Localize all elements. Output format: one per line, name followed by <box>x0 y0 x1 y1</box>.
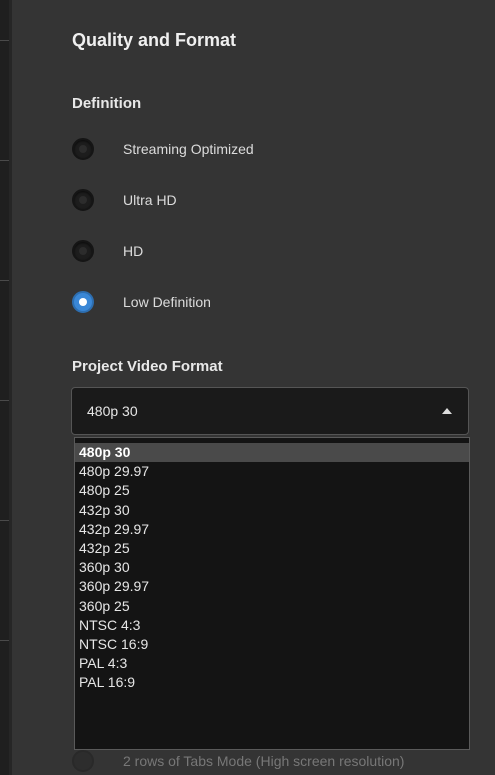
video-format-label: Project Video Format <box>72 358 223 375</box>
definition-label: Definition <box>72 95 142 112</box>
panel-gutter <box>9 0 12 775</box>
dropdown-option[interactable]: 360p 30 <box>75 558 469 577</box>
select-current-value: 480p 30 <box>87 403 138 419</box>
radio-button-icon[interactable] <box>72 240 94 262</box>
tabs-mode-label: 2 rows of Tabs Mode (High screen resolut… <box>123 753 405 769</box>
dropdown-option[interactable]: 360p 25 <box>75 597 469 616</box>
caret-up-icon <box>442 408 452 414</box>
dropdown-option[interactable]: 432p 29.97 <box>75 520 469 539</box>
dropdown-option[interactable]: PAL 16:9 <box>75 673 469 692</box>
dropdown-option[interactable]: 360p 29.97 <box>75 577 469 596</box>
radio-streaming-optimized[interactable]: Streaming Optimized <box>72 134 254 164</box>
radio-button-checked-icon[interactable] <box>72 291 94 313</box>
sidebar-divider <box>0 640 9 641</box>
sidebar-divider <box>0 520 9 521</box>
radio-label: Streaming Optimized <box>123 141 254 157</box>
dropdown-option[interactable]: 480p 29.97 <box>75 462 469 481</box>
left-sidebar-edge <box>0 0 9 775</box>
dropdown-option[interactable]: 480p 30 <box>75 443 469 463</box>
sidebar-divider <box>0 160 9 161</box>
dropdown-option[interactable]: 480p 25 <box>75 481 469 500</box>
radio-button-icon[interactable] <box>72 138 94 160</box>
dropdown-option[interactable]: 432p 25 <box>75 539 469 558</box>
radio-button-icon[interactable] <box>72 189 94 211</box>
radio-hd[interactable]: HD <box>72 236 143 266</box>
video-format-select[interactable]: 480p 30 <box>71 387 469 435</box>
radio-tabs-mode[interactable] <box>72 750 94 772</box>
radio-low-definition[interactable]: Low Definition <box>72 287 211 317</box>
radio-label: Ultra HD <box>123 192 177 208</box>
radio-label: HD <box>123 243 144 259</box>
sidebar-divider <box>0 40 9 41</box>
sidebar-divider <box>0 280 9 281</box>
section-title: Quality and Format <box>72 30 237 50</box>
sidebar-divider <box>0 400 9 401</box>
video-format-dropdown-list: 480p 30 480p 29.97 480p 25 432p 30 432p 29.9… <box>74 437 470 750</box>
dropdown-option[interactable]: NTSC 4:3 <box>75 616 469 635</box>
radio-label: Low Definition <box>123 294 211 310</box>
dropdown-option[interactable]: 432p 30 <box>75 501 469 520</box>
dropdown-option[interactable]: NTSC 16:9 <box>75 635 469 654</box>
radio-ultra-hd[interactable]: Ultra HD <box>72 185 177 215</box>
dropdown-option[interactable]: PAL 4:3 <box>75 654 469 673</box>
settings-panel: Quality and Format Definition Streaming … <box>0 0 495 775</box>
